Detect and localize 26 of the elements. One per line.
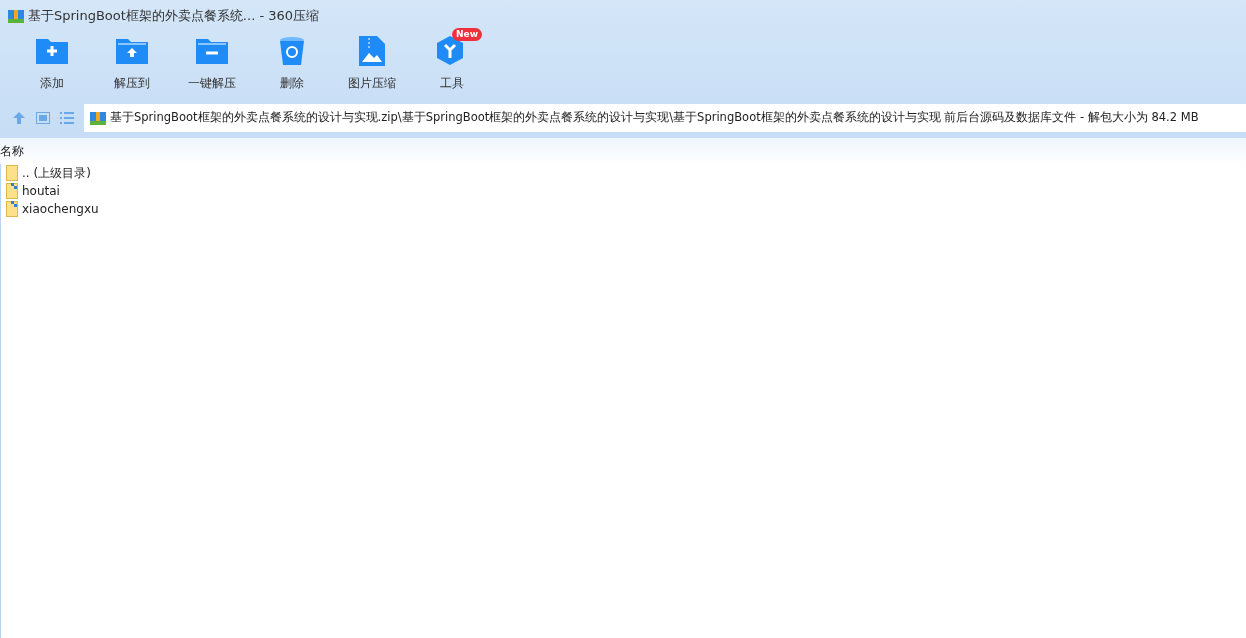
toolbar-button[interactable]: 添加 bbox=[12, 32, 92, 96]
column-header[interactable]: 名称 bbox=[0, 142, 24, 160]
new-badge: New bbox=[452, 28, 482, 41]
folder-minus-icon bbox=[196, 36, 228, 64]
toolbar-button[interactable]: 图片压缩 bbox=[332, 32, 412, 96]
archive-icon bbox=[90, 110, 106, 126]
archive-path: 基于SpringBoot框架的外卖点餐系统的设计与实现.zip\基于SpringBoot框架的外卖点餐系统的设计与实现\基于SpringBoot框架的外卖点餐系统的设计与实现 前后台源码及数据库文件 - 解包大小为 84.2 MB bbox=[110, 109, 1199, 127]
zipped-folder-icon bbox=[6, 201, 18, 217]
recycle-bin-icon bbox=[279, 36, 305, 66]
zipped-folder-icon bbox=[6, 183, 18, 199]
up-arrow-icon[interactable] bbox=[12, 111, 26, 125]
thumbnail-view-icon[interactable] bbox=[36, 112, 50, 124]
folder-plus-icon bbox=[36, 36, 68, 64]
toolbar-button[interactable]: 解压到 bbox=[92, 32, 172, 96]
file-row[interactable]: .. (上级目录) bbox=[6, 164, 1246, 182]
folder-icon bbox=[6, 165, 18, 181]
list-view-icon[interactable] bbox=[60, 112, 74, 124]
address-bar[interactable]: 基于SpringBoot框架的外卖点餐系统的设计与实现.zip\基于SpringBoot框架的外卖点餐系统的设计与实现\基于SpringBoot框架的外卖点餐系统的设计与实现 前后台源码及数据库文件 - 解包大小为 84.2 MB bbox=[84, 104, 1246, 132]
toolbar-button[interactable]: 一键解压 bbox=[172, 32, 252, 96]
archive-app-icon bbox=[8, 8, 24, 24]
window-title: 基于SpringBoot框架的外卖点餐系统... - 360压缩 bbox=[28, 7, 320, 26]
folder-upload-icon bbox=[116, 36, 148, 64]
file-row[interactable]: houtai bbox=[6, 182, 1246, 200]
image-file-icon bbox=[359, 36, 385, 66]
file-row[interactable]: xiaochengxu bbox=[6, 200, 1246, 218]
toolbar-button[interactable]: 删除 bbox=[252, 32, 332, 96]
